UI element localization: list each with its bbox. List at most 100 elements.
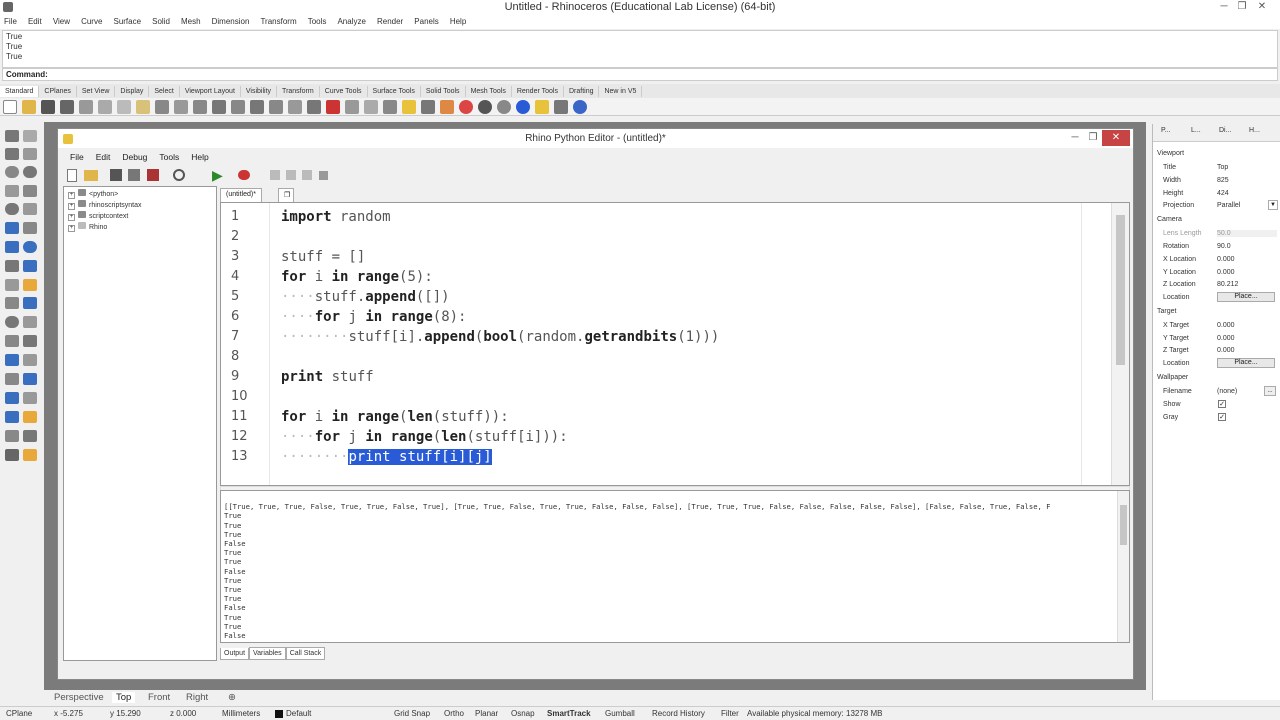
step-into-icon[interactable] bbox=[270, 170, 280, 180]
trim-icon[interactable] bbox=[5, 297, 19, 309]
render-preview-icon[interactable] bbox=[5, 449, 19, 461]
lock-icon[interactable] bbox=[421, 100, 435, 114]
command-history[interactable]: True True True bbox=[2, 30, 1278, 68]
x-location-value[interactable]: 0.000 bbox=[1217, 256, 1277, 263]
arc-icon[interactable] bbox=[23, 166, 37, 178]
boolean-icon[interactable] bbox=[5, 316, 19, 328]
tab-render-tools[interactable]: Render Tools bbox=[512, 86, 564, 97]
tree-item-rhino[interactable]: + Rhino bbox=[68, 222, 212, 233]
loft-icon[interactable] bbox=[23, 222, 37, 234]
cplane-icon[interactable] bbox=[326, 100, 340, 114]
editor-menu-debug[interactable]: Debug bbox=[116, 148, 153, 166]
cplane-label[interactable]: CPlane bbox=[6, 709, 32, 718]
tab-transform[interactable]: Transform bbox=[277, 86, 320, 97]
import-icon[interactable] bbox=[79, 100, 93, 114]
editor-menu-file[interactable]: File bbox=[64, 148, 90, 166]
filter-toggle[interactable]: Filter bbox=[721, 709, 739, 718]
extrude-icon[interactable] bbox=[5, 279, 19, 291]
undo-view-icon[interactable] bbox=[288, 100, 302, 114]
stop-icon[interactable] bbox=[319, 171, 328, 180]
fillet-icon[interactable] bbox=[23, 279, 37, 291]
render-icon[interactable] bbox=[497, 100, 511, 114]
chevron-down-icon[interactable]: ▼ bbox=[1268, 200, 1278, 210]
tab-help[interactable]: H... bbox=[1249, 127, 1260, 134]
new-tab-icon[interactable]: ❐ bbox=[278, 188, 294, 202]
ortho-toggle[interactable]: Ortho bbox=[444, 709, 464, 718]
tab-top[interactable]: Top bbox=[112, 692, 136, 703]
new-file-icon[interactable] bbox=[3, 100, 17, 114]
tab-variables[interactable]: Variables bbox=[249, 647, 286, 660]
pan-icon[interactable] bbox=[174, 100, 188, 114]
circle-icon[interactable] bbox=[5, 166, 19, 178]
menu-mesh[interactable]: Mesh bbox=[177, 15, 205, 29]
minimize-icon[interactable]: ─ bbox=[1215, 0, 1233, 14]
menu-edit[interactable]: Edit bbox=[24, 15, 46, 29]
gear-icon[interactable] bbox=[554, 100, 568, 114]
scale-icon[interactable] bbox=[5, 411, 19, 423]
step-over-icon[interactable] bbox=[286, 170, 296, 180]
menu-solid[interactable]: Solid bbox=[148, 15, 174, 29]
editor-maximize-icon[interactable]: ❐ bbox=[1084, 131, 1102, 145]
tab-select[interactable]: Select bbox=[149, 86, 180, 97]
copy-object-icon[interactable] bbox=[23, 373, 37, 385]
cut-icon[interactable] bbox=[98, 100, 112, 114]
tab-output[interactable]: Output bbox=[220, 648, 250, 660]
dimension-icon[interactable] bbox=[23, 354, 37, 366]
editor-close-icon[interactable]: ✕ bbox=[1102, 130, 1130, 146]
tab-display[interactable]: Di... bbox=[1219, 127, 1231, 134]
point-icon[interactable] bbox=[364, 100, 378, 114]
x-target-value[interactable]: 0.000 bbox=[1217, 322, 1277, 329]
z-target-value[interactable]: 0.000 bbox=[1217, 347, 1277, 354]
menu-view[interactable]: View bbox=[49, 15, 74, 29]
layer-label[interactable]: Default bbox=[286, 709, 311, 718]
zoom-extents-icon[interactable] bbox=[250, 100, 264, 114]
add-tab-icon[interactable]: ⊕ bbox=[224, 692, 240, 703]
tab-drafting[interactable]: Drafting bbox=[564, 86, 600, 97]
browse-button[interactable]: ... bbox=[1264, 386, 1276, 396]
tab-layers[interactable]: L... bbox=[1191, 127, 1201, 134]
ellipse-icon[interactable] bbox=[5, 203, 19, 215]
new-script-icon[interactable] bbox=[67, 169, 77, 182]
menu-render[interactable]: Render bbox=[373, 15, 407, 29]
output-panel[interactable]: [[True, True, True, False, True, True, F… bbox=[220, 490, 1130, 643]
zoom-window-icon[interactable] bbox=[231, 100, 245, 114]
point-icon[interactable] bbox=[23, 130, 37, 142]
sphere-icon[interactable] bbox=[23, 241, 37, 253]
layer-icon[interactable] bbox=[440, 100, 454, 114]
rectangle-icon[interactable] bbox=[23, 185, 37, 197]
z-location-value[interactable]: 80.212 bbox=[1217, 281, 1277, 288]
color-wheel-icon[interactable] bbox=[459, 100, 473, 114]
four-view-icon[interactable] bbox=[307, 100, 321, 114]
menu-surface[interactable]: Surface bbox=[109, 15, 145, 29]
code-editor[interactable]: 1 import random 2 3 stuff = [] 4 for i in r… bbox=[220, 202, 1130, 486]
units-label[interactable]: Millimeters bbox=[222, 709, 260, 718]
explode-icon[interactable] bbox=[5, 335, 19, 347]
analyze-icon[interactable] bbox=[23, 411, 37, 423]
show-checkbox[interactable]: ✓ bbox=[1218, 400, 1226, 408]
rotation-value[interactable]: 90.0 bbox=[1217, 243, 1277, 250]
output-vertical-scrollbar[interactable] bbox=[1117, 491, 1129, 642]
material-icon[interactable] bbox=[478, 100, 492, 114]
mesh-icon[interactable] bbox=[23, 260, 37, 272]
curve-icon[interactable] bbox=[23, 148, 37, 160]
text-icon[interactable] bbox=[5, 354, 19, 366]
tree-item-python[interactable]: + <python> bbox=[68, 189, 212, 200]
save-icon[interactable] bbox=[41, 100, 55, 114]
tab-mesh-tools[interactable]: Mesh Tools bbox=[466, 86, 512, 97]
box-icon[interactable] bbox=[5, 241, 19, 253]
rotate-view-icon[interactable] bbox=[193, 100, 207, 114]
close-icon[interactable]: ✕ bbox=[1253, 0, 1271, 14]
smarttrack-toggle[interactable]: SmartTrack bbox=[547, 709, 591, 718]
step-out-icon[interactable] bbox=[302, 170, 312, 180]
zoom-icon[interactable] bbox=[212, 100, 226, 114]
gray-checkbox[interactable]: ✓ bbox=[1218, 413, 1226, 421]
editor-menu-help[interactable]: Help bbox=[185, 148, 214, 166]
polyline-icon[interactable] bbox=[5, 148, 19, 160]
height-value[interactable]: 424 bbox=[1217, 190, 1277, 197]
tab-standard[interactable]: Standard bbox=[0, 86, 40, 97]
menu-dimension[interactable]: Dimension bbox=[208, 15, 254, 29]
y-target-value[interactable]: 0.000 bbox=[1217, 335, 1277, 342]
polygon-icon[interactable] bbox=[5, 185, 19, 197]
save-all-icon[interactable] bbox=[128, 169, 140, 181]
paste-icon[interactable] bbox=[136, 100, 150, 114]
